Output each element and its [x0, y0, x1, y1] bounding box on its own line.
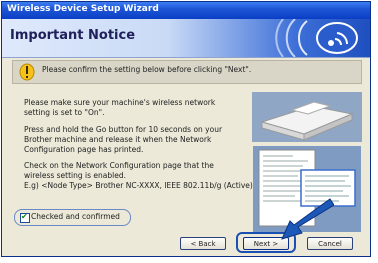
- pointer-arrow-icon: [281, 198, 334, 240]
- window-title: Wireless Device Setup Wizard: [7, 4, 159, 14]
- checkmark-icon: ✔: [21, 212, 28, 221]
- wireless-logo-icon: [275, 19, 358, 57]
- wizard-window: Wireless Device Setup Wizard Important N…: [1, 1, 371, 257]
- notice-text: Please confirm the setting below before …: [42, 65, 252, 74]
- warning-icon: [19, 63, 35, 81]
- confirm-checkbox-row[interactable]: ✔ Checked and confirmed: [14, 209, 131, 226]
- confirm-checkbox-label: Checked and confirmed: [31, 212, 120, 221]
- instruction-check-config: Check on the Network Configuration page …: [24, 161, 214, 180]
- example-node-type: E.g) <Node Type> Brother NC-XXXX, IEEE 8…: [24, 181, 253, 190]
- notice-bar: Please confirm the setting below before …: [12, 60, 362, 84]
- title-bar: Wireless Device Setup Wizard: [2, 2, 370, 19]
- printer-illustration: [252, 92, 362, 142]
- confirm-checkbox[interactable]: ✔: [20, 212, 30, 223]
- wizard-header: Important Notice: [2, 19, 370, 58]
- instruction-wireless-on: Please make sure your machine's wireless…: [24, 98, 216, 117]
- instruction-press-go: Press and hold the Go button for 10 seco…: [24, 125, 223, 154]
- page-title: Important Notice: [10, 28, 136, 43]
- back-button[interactable]: < Back: [180, 237, 226, 250]
